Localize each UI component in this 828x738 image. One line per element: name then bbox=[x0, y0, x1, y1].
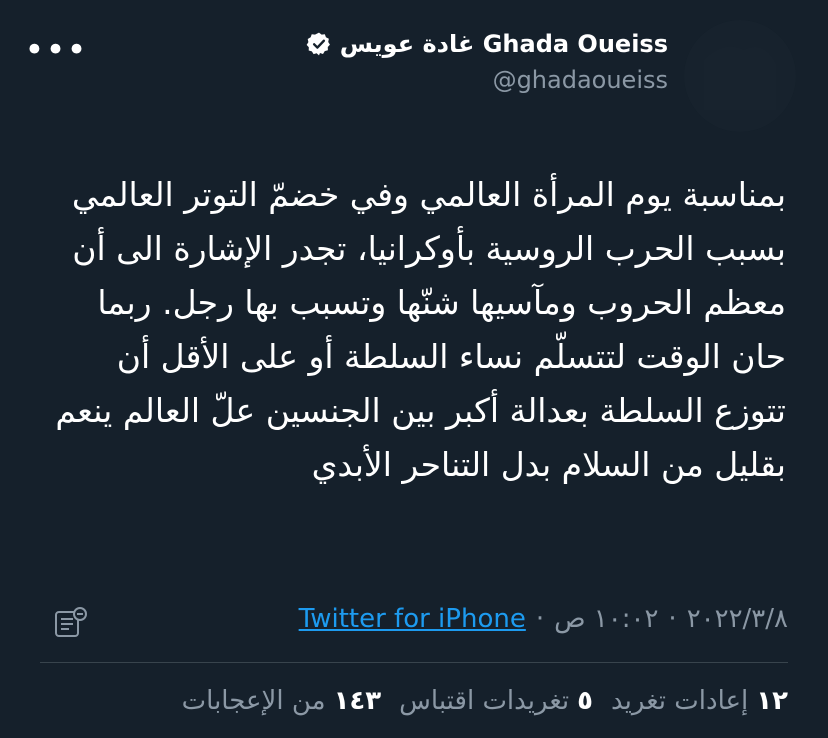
avatar-image bbox=[684, 20, 796, 132]
divider bbox=[40, 662, 788, 663]
avatar[interactable] bbox=[684, 20, 796, 132]
tweet-source-link[interactable]: Twitter for iPhone bbox=[299, 604, 526, 634]
tweet-time: ١٠:٠٢ ص bbox=[554, 604, 659, 634]
author-name[interactable]: Ghada Oueiss غادة عويس bbox=[340, 30, 668, 58]
retweets-count: ١٢ bbox=[756, 686, 788, 716]
quotes-stat[interactable]: ٥ تغريدات اقتباس bbox=[399, 686, 593, 716]
retweets-label: إعادات تغريد bbox=[611, 686, 749, 716]
tweet-text: بمناسبة يوم المرأة العالمي وفي خضمّ التو… bbox=[55, 175, 786, 484]
verified-badge-icon bbox=[306, 31, 332, 57]
meta-separator: · bbox=[535, 604, 545, 634]
quotes-count: ٥ bbox=[577, 686, 594, 716]
likes-label: من الإعجابات bbox=[181, 686, 326, 716]
tweet-date: ٢٠٢٢/٣/٨ bbox=[686, 604, 788, 634]
tweet-meta: ٢٠٢٢/٣/٨ · ١٠:٠٢ ص · Twitter for iPhone bbox=[299, 604, 788, 634]
meta-separator: · bbox=[668, 604, 677, 634]
tweet-header: Ghada Oueiss غادة عويس @ghadaoueiss bbox=[306, 30, 668, 94]
more-options-icon[interactable]: ••• bbox=[24, 33, 86, 67]
author-handle[interactable]: @ghadaoueiss bbox=[306, 66, 668, 94]
quotes-label: تغريدات اقتباس bbox=[399, 686, 570, 716]
author-name-row[interactable]: Ghada Oueiss غادة عويس bbox=[306, 30, 668, 58]
tweet-analytics-icon[interactable] bbox=[52, 606, 90, 640]
retweets-stat[interactable]: ١٢ إعادات تغريد bbox=[611, 686, 788, 716]
likes-stat[interactable]: ١٤٣ من الإعجابات bbox=[182, 686, 382, 716]
tweet-stats: ١٢ إعادات تغريد ٥ تغريدات اقتباس ١٤٣ من … bbox=[182, 686, 788, 716]
likes-count: ١٤٣ bbox=[333, 686, 382, 716]
